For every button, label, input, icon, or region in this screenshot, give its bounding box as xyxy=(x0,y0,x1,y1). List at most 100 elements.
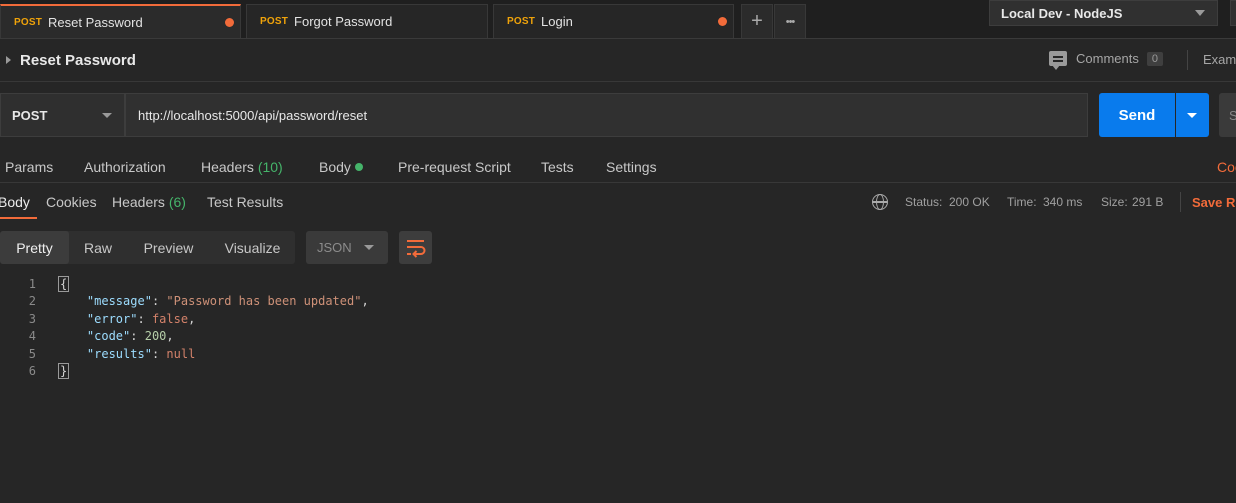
tab-label: Login xyxy=(541,14,573,29)
divider xyxy=(1180,192,1181,212)
save-label: S xyxy=(1229,107,1236,123)
more-tabs-button[interactable]: ••• xyxy=(774,4,806,38)
examples-button[interactable]: Exam xyxy=(1203,52,1236,67)
code-line: "results": null xyxy=(86,347,196,361)
chevron-down-icon xyxy=(102,113,112,118)
method-selector[interactable]: POST xyxy=(0,93,125,137)
tab-response-headers[interactable]: Headers (6) xyxy=(112,194,186,210)
chevron-down-icon xyxy=(1195,10,1205,16)
response-headers-count: (6) xyxy=(168,194,186,210)
mode-preview[interactable]: Preview xyxy=(127,231,210,264)
request-name[interactable]: Reset Password xyxy=(20,52,136,69)
environment-quick-look-button[interactable] xyxy=(1230,0,1236,26)
format-mode-group: Pretty Raw Preview Visualize xyxy=(0,231,295,264)
wrap-lines-button[interactable] xyxy=(399,231,432,264)
tab-login[interactable]: POST Login xyxy=(493,4,734,38)
tab-response-headers-label: Headers xyxy=(112,194,165,210)
tab-params[interactable]: Params xyxy=(5,159,53,175)
time-value[interactable]: 340 ms xyxy=(1043,195,1082,209)
headers-count: (10) xyxy=(257,159,283,175)
tab-method-label: POST xyxy=(507,16,536,27)
tab-body-label: Body xyxy=(319,159,351,175)
send-options-button[interactable] xyxy=(1176,93,1209,137)
line-number: 6 xyxy=(28,364,36,378)
unsaved-dot-icon xyxy=(225,18,234,27)
wrap-lines-icon xyxy=(407,240,426,258)
new-tab-button[interactable]: + xyxy=(741,4,773,38)
save-response-button[interactable]: Save Re xyxy=(1192,195,1236,210)
request-tabs: Params Authorization Headers (10) Body P… xyxy=(0,152,1236,183)
comments-label: Comments xyxy=(1076,51,1139,66)
response-body-viewer[interactable]: 1 2 3 4 5 6 { "message": "Password has b… xyxy=(0,275,1236,503)
status-value[interactable]: 200 OK xyxy=(949,195,990,209)
globe-icon[interactable] xyxy=(872,194,888,210)
json-key: "error" xyxy=(86,312,138,326)
tab-body[interactable]: Body xyxy=(319,159,363,175)
json-null-value: null xyxy=(166,347,196,361)
size-value[interactable]: 291 B xyxy=(1132,195,1163,209)
divider xyxy=(1187,50,1188,70)
size-label: Size: xyxy=(1101,195,1128,209)
mode-visualize[interactable]: Visualize xyxy=(210,231,295,264)
tab-test-results[interactable]: Test Results xyxy=(207,194,283,210)
tab-label: Reset Password xyxy=(48,14,143,30)
save-button[interactable]: S xyxy=(1219,93,1236,137)
method-label: POST xyxy=(12,107,48,123)
url-text: http://localhost:5000/api/password/reset xyxy=(138,107,368,123)
tab-settings[interactable]: Settings xyxy=(606,159,657,175)
code-line: } xyxy=(58,363,70,379)
tab-tests[interactable]: Tests xyxy=(541,159,574,175)
language-label: JSON xyxy=(317,240,352,255)
tab-method-label: POST xyxy=(14,16,43,28)
open-brace: { xyxy=(58,276,70,292)
status-label: Status: xyxy=(905,195,943,209)
json-key: "message" xyxy=(86,294,152,308)
line-number: 3 xyxy=(28,312,36,326)
tab-method-label: POST xyxy=(260,16,289,27)
close-brace: } xyxy=(58,363,70,379)
chevron-down-icon xyxy=(1187,113,1197,118)
code-line: "error": false, xyxy=(86,312,196,326)
json-string-value: "Password has been updated" xyxy=(166,294,362,308)
time-label: Time: xyxy=(1007,195,1037,209)
send-button[interactable]: Send xyxy=(1099,93,1175,137)
line-number: 4 xyxy=(28,329,36,343)
request-tab-bar: POST Reset Password POST Forgot Password… xyxy=(0,0,1236,39)
url-input[interactable]: http://localhost:5000/api/password/reset xyxy=(125,93,1088,137)
ellipsis-icon: ••• xyxy=(785,15,796,28)
tab-authorization[interactable]: Authorization xyxy=(84,159,166,175)
code-snippet-link[interactable]: Coo xyxy=(1217,159,1236,175)
line-number: 2 xyxy=(28,294,36,308)
chevron-right-icon[interactable] xyxy=(6,56,11,64)
tab-label: Forgot Password xyxy=(294,14,393,29)
plus-icon: + xyxy=(751,10,763,32)
status-dot-icon xyxy=(354,163,363,171)
active-tab-indicator xyxy=(0,217,37,219)
code-line: "message": "Password has been updated", xyxy=(86,294,369,308)
request-name-row: Reset Password Comments 0 xyxy=(0,39,1236,82)
environment-selector[interactable]: Local Dev - NodeJS xyxy=(989,0,1218,26)
mode-raw[interactable]: Raw xyxy=(69,231,127,264)
tab-forgot-password[interactable]: POST Forgot Password xyxy=(246,4,488,38)
json-key: "results" xyxy=(86,347,152,361)
comments-count-badge: 0 xyxy=(1146,51,1163,66)
tab-response-body[interactable]: Body xyxy=(0,194,30,210)
tab-prerequest-script[interactable]: Pre-request Script xyxy=(398,159,511,175)
language-selector[interactable]: JSON xyxy=(306,231,388,264)
json-number-value: 200 xyxy=(144,329,167,343)
tab-headers-label: Headers xyxy=(201,159,254,175)
tab-cookies[interactable]: Cookies xyxy=(46,194,97,210)
tab-headers[interactable]: Headers (10) xyxy=(201,159,283,175)
code-line: { xyxy=(58,276,70,292)
send-label: Send xyxy=(1118,106,1156,124)
comments-button[interactable]: Comments 0 xyxy=(1049,51,1163,70)
comment-icon xyxy=(1049,51,1067,70)
environment-label: Local Dev - NodeJS xyxy=(1001,5,1123,21)
tab-reset-password[interactable]: POST Reset Password xyxy=(0,4,241,38)
code-line: "code": 200, xyxy=(86,329,174,343)
line-number: 1 xyxy=(28,277,36,291)
json-boolean-value: false xyxy=(151,312,189,326)
chevron-down-icon xyxy=(364,245,374,250)
line-number: 5 xyxy=(28,347,36,361)
mode-pretty[interactable]: Pretty xyxy=(0,231,69,264)
